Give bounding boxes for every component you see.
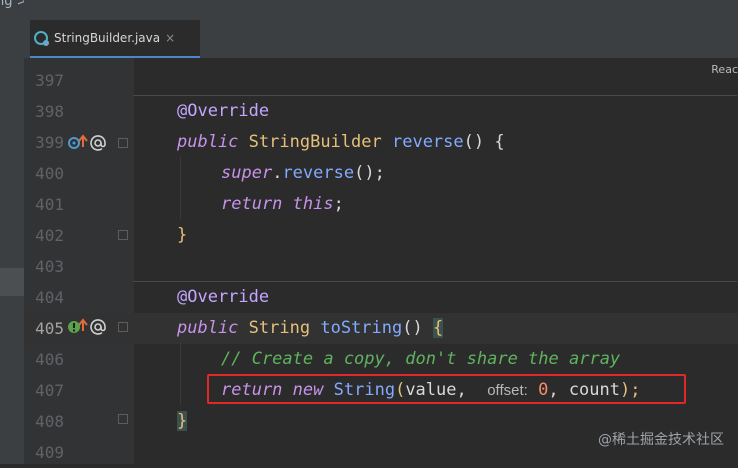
matched-brace: } [177,411,188,431]
fold-marker[interactable] [118,138,128,148]
left-strip-selection [0,268,24,296]
type-name: String [248,318,311,338]
punctuation: (); [354,163,385,183]
line-number: 404 [35,288,64,307]
code-line-404[interactable]: @Override [177,282,269,313]
method-name: toString [320,318,403,338]
editor-tab-bar: StringBuilder.java × [24,0,738,58]
indent-guide [180,157,181,219]
line-number-current: 405 [35,319,64,338]
fold-marker[interactable] [118,414,128,424]
comment: // Create a copy, don't share the array [221,349,621,369]
matched-brace: { [432,318,444,338]
watermark: @稀土掘金技术社区 [598,432,724,448]
code-line-406[interactable]: // Create a copy, don't share the array [221,344,620,375]
line-number: 399 [35,133,64,152]
reader-mode-button[interactable]: Reac [711,63,738,76]
line-number: 397 [35,71,64,90]
code-line-401[interactable]: return this; [221,189,344,220]
type-name: StringBuilder [248,132,382,152]
code-line-402[interactable]: } [177,220,187,251]
line-number: 403 [35,257,64,276]
at-sign-icon[interactable] [90,135,106,151]
java-class-icon [34,31,49,46]
up-arrow-icon[interactable] [76,318,90,332]
at-sign-icon[interactable] [90,319,106,335]
code-line-399[interactable]: public StringBuilder reverse() { [177,127,505,158]
keyword: this [292,194,334,214]
fold-marker[interactable] [118,322,128,332]
line-number: 398 [35,102,64,121]
line-number: 401 [35,195,64,214]
up-arrow-icon[interactable] [76,134,90,148]
keyword: public [177,318,239,338]
line-number: 409 [35,443,64,462]
line-number: 402 [35,226,64,245]
tab-label: StringBuilder.java [54,31,161,45]
method-name: reverse [391,132,464,152]
annotation: @Override [177,101,270,121]
left-tool-strip [0,0,24,464]
keyword: return [221,194,283,214]
closing-brace: } [177,225,188,245]
line-number: 408 [35,412,64,431]
punctuation: () { [463,132,505,152]
punctuation: () [402,318,423,338]
line-number: 400 [35,164,64,183]
code-line-405[interactable]: public String toString() { [177,313,444,344]
annotation: @Override [177,287,270,307]
code-line-400[interactable]: super.reverse(); [221,158,385,189]
code-line-398[interactable]: @Override [177,96,269,127]
keyword: public [177,132,239,152]
method-call: reverse [282,163,355,183]
tab-stringbuilder-java[interactable]: StringBuilder.java × [30,20,200,58]
keyword: super [221,163,273,183]
line-number: 406 [35,350,64,369]
code-line-408[interactable]: } [177,406,188,437]
fold-marker[interactable] [118,230,128,240]
indent-guide [180,343,181,405]
punctuation: ; [333,194,344,214]
close-icon[interactable]: × [165,31,175,45]
line-number: 407 [35,381,64,400]
highlight-box [207,374,686,404]
